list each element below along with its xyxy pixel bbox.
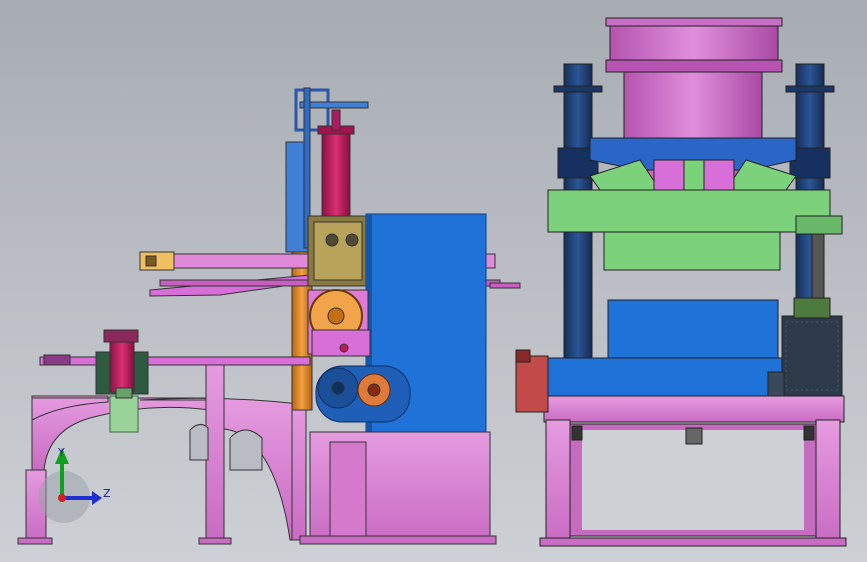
clamp-green-cylinder bbox=[109, 395, 139, 433]
neck-highlight bbox=[683, 159, 705, 193]
left-base-foot bbox=[17, 537, 53, 545]
orange-gear-hub bbox=[327, 307, 345, 325]
arch-window-2 bbox=[189, 424, 209, 461]
drive-motor bbox=[781, 315, 843, 397]
triad-z-label: Z bbox=[103, 487, 111, 500]
motor-top-cap bbox=[793, 297, 831, 319]
lower-cabinet-base bbox=[299, 535, 497, 545]
motor-terminal bbox=[767, 371, 785, 397]
base-slot-right bbox=[803, 425, 815, 441]
upper-arm-bracket-inner bbox=[145, 255, 157, 267]
clamp-green-rod bbox=[115, 387, 133, 399]
green-platen bbox=[547, 189, 831, 233]
press-ring-2 bbox=[605, 59, 783, 73]
lower-cabinet-door bbox=[329, 441, 367, 539]
base-center-tool bbox=[685, 427, 703, 445]
clamp-core bbox=[109, 335, 135, 393]
blue-die-block bbox=[607, 299, 779, 365]
mid-support-foot bbox=[198, 537, 232, 545]
clamp-left-connector bbox=[43, 354, 71, 366]
mid-support-post bbox=[205, 364, 225, 541]
blue-base-bed bbox=[547, 357, 785, 399]
triad-y-label: Y bbox=[57, 446, 65, 459]
cad-model-viewport[interactable]: Y Z bbox=[0, 0, 867, 562]
press-base-opening bbox=[582, 430, 804, 530]
clamp-top-block bbox=[103, 329, 139, 343]
xyz-coordinate-triad-icon: Y Z bbox=[38, 446, 111, 523]
arch-window bbox=[229, 429, 263, 471]
right-press bbox=[515, 17, 847, 547]
triad-z-arrow bbox=[92, 491, 102, 505]
press-base-left-leg bbox=[545, 419, 571, 543]
lower-arm-tip bbox=[489, 282, 521, 289]
right-bracket bbox=[795, 215, 843, 235]
upper-arm-bracket bbox=[139, 251, 175, 271]
press-base-right-leg bbox=[815, 419, 841, 543]
green-lower-block bbox=[603, 231, 781, 271]
machine-assembly-drawing: Y Z bbox=[17, 17, 847, 547]
red-hydraulic-unit bbox=[515, 355, 549, 413]
lower-gear-left-hub bbox=[331, 381, 345, 395]
press-base-bottom bbox=[539, 537, 847, 547]
triad-x-dot bbox=[58, 494, 66, 502]
base-slot-left bbox=[571, 425, 583, 441]
red-unit-fitting bbox=[515, 349, 531, 363]
left-machine bbox=[17, 87, 521, 545]
press-base-top bbox=[543, 395, 845, 423]
lift-tower-top bbox=[294, 88, 330, 132]
clamp-arm-bar bbox=[39, 356, 311, 366]
lower-gear-right-hub bbox=[367, 383, 381, 397]
mid-post-2 bbox=[291, 399, 307, 541]
press-top-ring bbox=[605, 17, 783, 27]
head-block-face bbox=[313, 221, 363, 281]
lift-rod bbox=[331, 109, 341, 131]
head-bolt-2 bbox=[345, 233, 359, 247]
right-column-collar bbox=[785, 85, 835, 93]
head-bolt bbox=[325, 233, 339, 247]
lift-crimson-cylinder bbox=[321, 127, 351, 229]
left-column-collar bbox=[553, 85, 603, 93]
mount-bolt bbox=[339, 343, 349, 353]
gear-mount-plate bbox=[311, 329, 371, 357]
